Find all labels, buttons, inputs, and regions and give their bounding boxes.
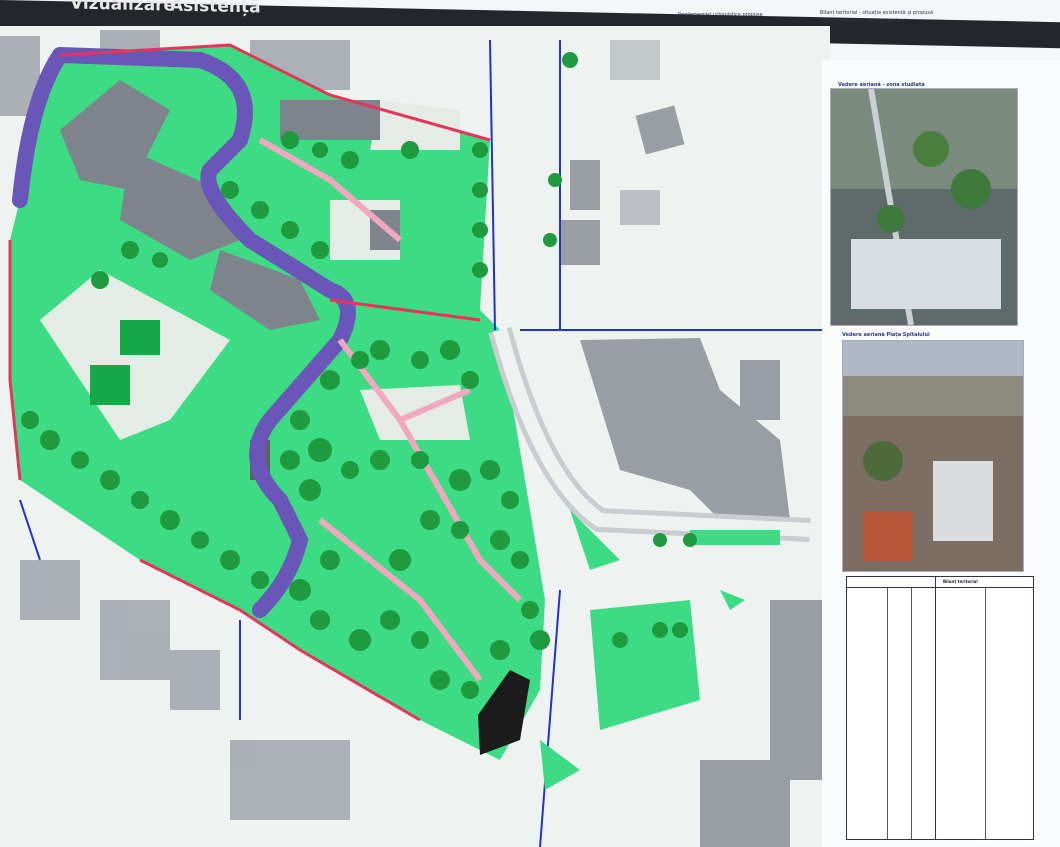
legend-line-2: Bilanț teritorial - situația existentă ș…	[820, 10, 934, 16]
legend-line-3: Situația existentă - vedere aeriană	[820, 18, 907, 24]
table-title: Bilanț teritorial	[943, 579, 978, 584]
top-legend: Reglementări urbanistice propuse Bilanț …	[670, 8, 1030, 38]
aerial-photo-2[interactable]	[842, 340, 1024, 572]
menu-asistenta[interactable]: Asistență	[170, 0, 261, 17]
menu-vizualizare[interactable]: Vizualizare	[70, 0, 175, 16]
balance-table: Bilanț teritorial	[846, 576, 1034, 840]
legend-line-1: Reglementări urbanistice propuse	[678, 12, 763, 18]
photo2-caption: Vedere aeriană Piața Spitalului	[842, 332, 930, 338]
aerial-photo-1[interactable]	[830, 88, 1018, 326]
screen: Vizualizare Asistență Reglementări urban…	[0, 0, 1060, 847]
urban-plan-map[interactable]	[0, 26, 830, 847]
